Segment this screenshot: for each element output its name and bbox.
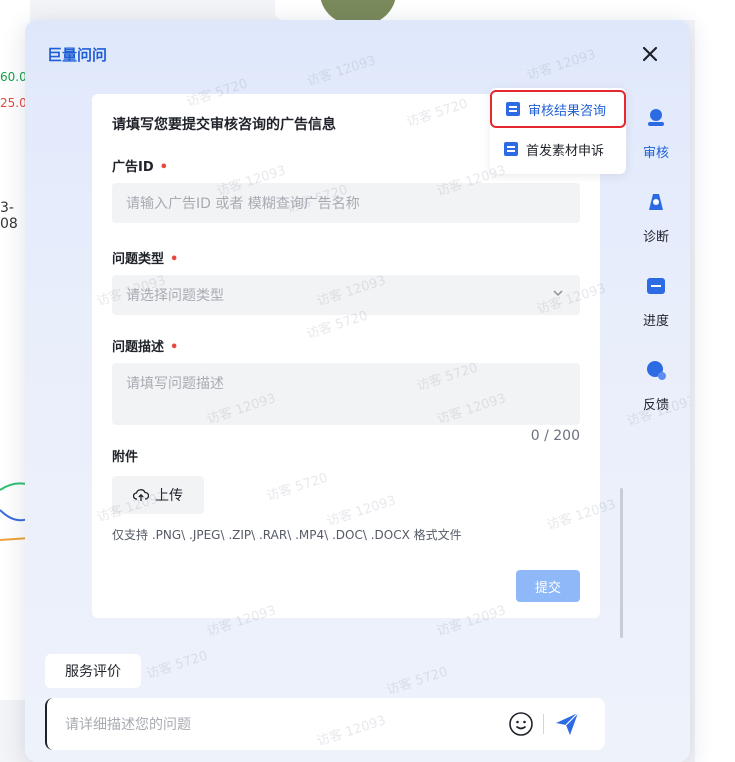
rail-item-diagnose[interactable]: 诊断 [630, 190, 682, 245]
qa-dialog: 巨量问问 请填写您要提交审核咨询的广告信息 广告ID • 请输入广告ID 或者 模… [25, 20, 690, 762]
ad-id-label: 广告ID • [112, 160, 168, 175]
rail-item-progress[interactable]: 进度 [630, 274, 682, 329]
submit-button[interactable]: 提交 [516, 570, 580, 602]
ad-id-placeholder: 请输入广告ID 或者 模糊查询广告名称 [126, 196, 360, 212]
rail-item-review[interactable]: 审核 [630, 106, 682, 161]
close-button[interactable] [638, 42, 662, 66]
review-icon [648, 109, 664, 126]
issue-type-label: 问题类型 • [112, 252, 179, 267]
chat-placeholder: 请详细描述您的问题 [65, 717, 191, 733]
issue-type-select[interactable]: 请选择问题类型 [112, 275, 580, 315]
issue-desc-textarea[interactable]: 请填写问题描述 [112, 363, 580, 425]
document-edit-icon [504, 142, 518, 156]
popup-item-review-result[interactable]: 审核结果咨询 [490, 90, 626, 128]
background-value-red: 25.0 [0, 96, 27, 110]
background-right-panel [695, 0, 735, 762]
required-mark: • [170, 340, 179, 355]
attachment-label: 附件 [112, 450, 139, 465]
watermark: 访客 5720 [144, 648, 210, 683]
divider [543, 714, 544, 734]
char-counter: 0 / 200 [530, 428, 580, 444]
chevron-down-icon [553, 290, 563, 297]
issue-desc-label: 问题描述 • [112, 340, 179, 355]
watermark: 访客 12093 [305, 53, 378, 90]
feedback-icon [647, 361, 666, 380]
popup-item-first-material-appeal[interactable]: 首发素材申诉 [490, 130, 626, 168]
progress-icon [647, 278, 665, 294]
required-mark: • [159, 160, 168, 175]
send-icon[interactable] [553, 710, 581, 738]
required-mark: • [170, 252, 179, 267]
file-format-hint: 仅支持 .PNG\ .JPEG\ .ZIP\ .RAR\ .MP4\ .DOC\… [112, 528, 462, 542]
service-evaluation-button[interactable]: 服务评价 [45, 654, 141, 688]
dialog-title: 巨量问问 [47, 46, 108, 64]
watermark: 访客 5720 [384, 664, 450, 699]
ad-id-input[interactable]: 请输入广告ID 或者 模糊查询广告名称 [112, 183, 580, 223]
document-icon [506, 102, 520, 116]
issue-desc-placeholder: 请填写问题描述 [126, 376, 224, 392]
rail-item-feedback[interactable]: 反馈 [630, 358, 682, 413]
emoji-icon[interactable] [508, 711, 534, 737]
cloud-upload-icon [133, 489, 149, 501]
background-value-green: 60.0 [0, 70, 27, 84]
category-popup: 审核结果咨询 首发素材申诉 [490, 88, 626, 174]
diagnose-icon [649, 194, 663, 210]
upload-button[interactable]: 上传 [112, 476, 204, 514]
upload-label: 上传 [155, 488, 183, 504]
issue-type-placeholder: 请选择问题类型 [126, 288, 224, 304]
scrollbar[interactable] [620, 488, 623, 638]
watermark: 访客 12093 [525, 47, 598, 84]
form-heading: 请填写您要提交审核咨询的广告信息 [112, 117, 336, 133]
